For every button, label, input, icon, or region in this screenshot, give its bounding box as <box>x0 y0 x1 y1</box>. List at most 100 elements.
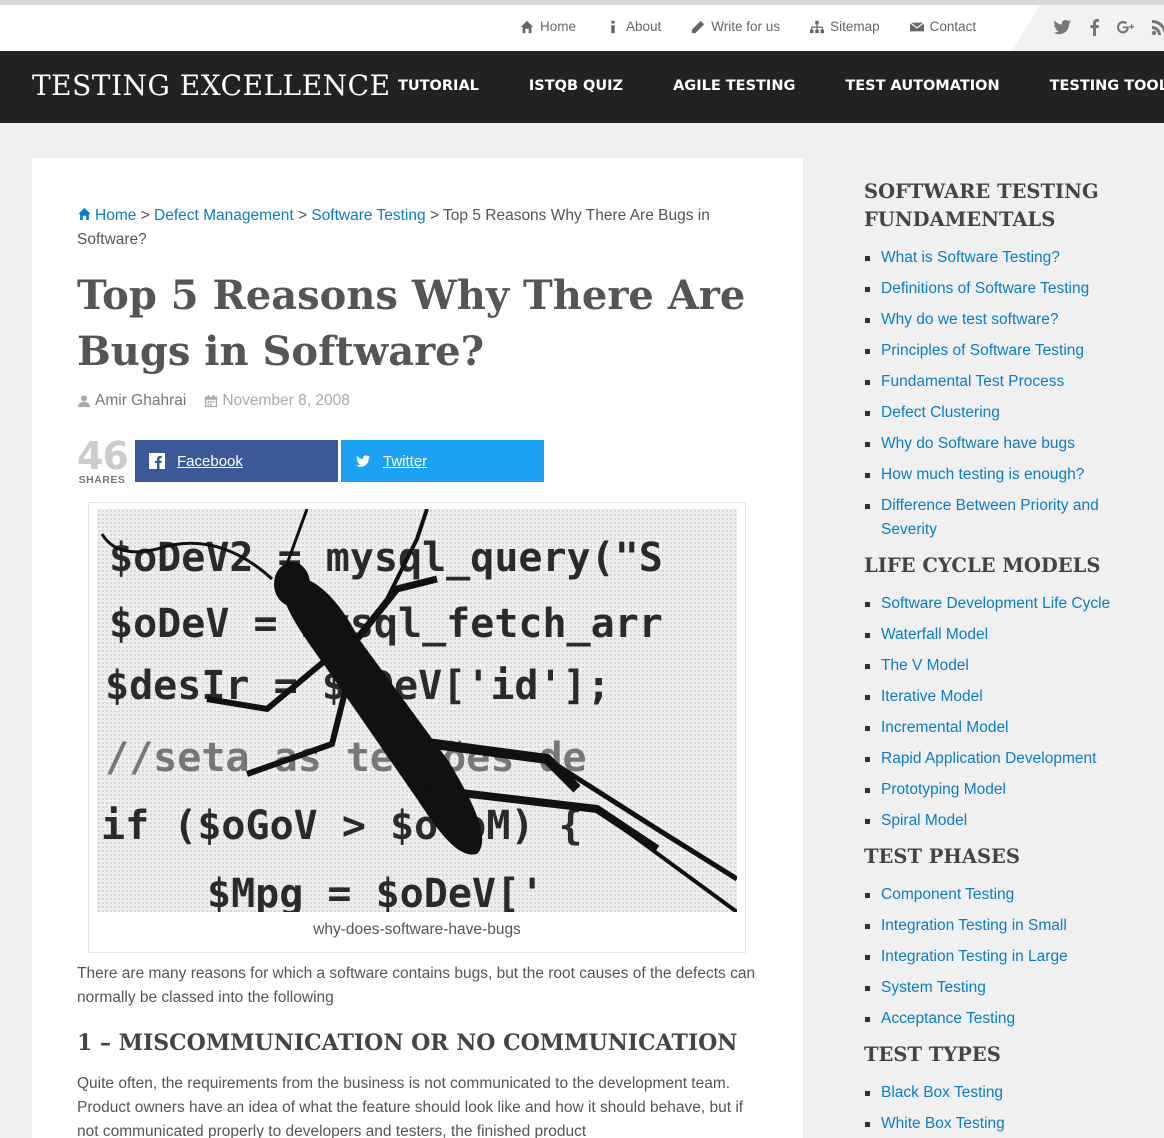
section-paragraph: Quite often, the requirements from the b… <box>77 1075 744 1138</box>
sidebar-link[interactable]: Component Testing <box>881 886 1014 903</box>
sidebar-link[interactable]: Black Box Testing <box>881 1084 1003 1101</box>
list-item: Software Development Life Cycle <box>864 592 1154 616</box>
sidebar-link[interactable]: Iterative Model <box>881 688 983 705</box>
sidebar-link[interactable]: Principles of Software Testing <box>881 342 1084 359</box>
section-heading: 1 – MISCOMMUNICATION OR NO COMMUNICATION <box>77 1030 738 1056</box>
sidebar-link[interactable]: Spiral Model <box>881 812 967 829</box>
list-item: Spiral Model <box>864 809 1154 833</box>
code-line: if ($oGoV > $oGoM) { <box>101 803 583 849</box>
list-item: Fundamental Test Process <box>864 370 1154 394</box>
sidebar-link[interactable]: Prototyping Model <box>881 781 1006 798</box>
nav-istqb-quiz[interactable]: ISTQB QUIZ <box>529 78 623 94</box>
breadcrumb-software-testing[interactable]: Software Testing <box>311 207 425 224</box>
sidebar-link[interactable]: Integration Testing in Large <box>881 948 1068 965</box>
intro-paragraph: There are many reasons for which a softw… <box>77 965 756 1006</box>
main-nav: TUTORIAL ISTQB QUIZ AGILE TESTING TEST A… <box>398 78 1164 94</box>
sidebar-link[interactable]: Defect Clustering <box>881 404 1000 421</box>
topnav-write-link[interactable]: Write for us <box>691 19 780 34</box>
sidebar-link[interactable]: Software Development Life Cycle <box>881 595 1110 612</box>
envelope-icon <box>909 20 924 34</box>
rss-icon[interactable] <box>1150 17 1164 37</box>
list-item: Definitions of Software Testing <box>864 277 1154 301</box>
list-item: Defect Clustering <box>864 401 1154 425</box>
list-item: White Box Testing <box>864 1112 1154 1136</box>
article-title: Top 5 Reasons Why There Are Bugs in Soft… <box>77 272 746 375</box>
post-date-text: November 8, 2008 <box>222 392 350 409</box>
topnav-write-label: Write for us <box>711 19 781 34</box>
home-icon <box>77 207 92 221</box>
list-item: How much testing is enough? <box>864 463 1154 487</box>
list-item: Component Testing <box>864 883 1154 907</box>
google-plus-icon[interactable] <box>1116 17 1136 37</box>
breadcrumb: Home > Defect Management > Software Test… <box>77 204 757 252</box>
home-icon <box>520 20 534 34</box>
sidebar-link[interactable]: Acceptance Testing <box>881 1010 1015 1027</box>
topnav-about-link[interactable]: About <box>606 19 661 34</box>
nav-testing-tools[interactable]: TESTING TOOLS <box>1050 78 1164 94</box>
sidebar-link[interactable]: System Testing <box>881 979 986 996</box>
article-card: Home > Defect Management > Software Test… <box>32 158 803 1138</box>
sidebar-link[interactable]: Definitions of Software Testing <box>881 280 1089 297</box>
post-date: November 8, 2008 <box>204 392 350 410</box>
widget-link-list: What is Software Testing? Definitions of… <box>864 246 1154 542</box>
site-logo[interactable]: TESTING EXCELLENCE <box>32 69 391 102</box>
share-count-number: 46 <box>77 434 129 478</box>
article-meta: Amir Ghahrai November 8, 2008 <box>77 392 350 410</box>
list-item: Integration Testing in Large <box>864 945 1154 969</box>
list-item: Why do we test software? <box>864 308 1154 332</box>
widget-test-types: TEST TYPES Black Box Testing White Box T… <box>864 1041 1154 1136</box>
author-name[interactable]: Amir Ghahrai <box>95 392 186 410</box>
widget-link-list: Software Development Life Cycle Waterfal… <box>864 592 1154 833</box>
sidebar-link[interactable]: Incremental Model <box>881 719 1009 736</box>
topnav-home-link[interactable]: Home <box>520 19 576 34</box>
top-nav: Home About Write for us Sitemap Contact <box>520 19 1006 34</box>
sidebar-link[interactable]: Why do we test software? <box>881 311 1058 328</box>
list-item: Black Box Testing <box>864 1081 1154 1105</box>
facebook-share-button[interactable]: Facebook <box>135 440 338 482</box>
sidebar-link[interactable]: Difference Between Priority and Severity <box>881 497 1099 538</box>
list-item: Principles of Software Testing <box>864 339 1154 363</box>
widget-title: LIFE CYCLE MODELS <box>864 554 1101 577</box>
nav-tutorial[interactable]: TUTORIAL <box>398 78 479 94</box>
sidebar-link[interactable]: White Box Testing <box>881 1115 1005 1132</box>
widget-link-list: Component Testing Integration Testing in… <box>864 883 1154 1031</box>
list-item: Why do Software have bugs <box>864 432 1154 456</box>
twitter-share-button[interactable]: Twitter <box>341 440 544 482</box>
sidebar-link[interactable]: Integration Testing in Small <box>881 917 1067 934</box>
list-item: What is Software Testing? <box>864 246 1154 270</box>
topnav-about-label: About <box>626 19 662 34</box>
sidebar-link[interactable]: How much testing is enough? <box>881 466 1084 483</box>
sidebar-link[interactable]: Waterfall Model <box>881 626 988 643</box>
list-item: Prototyping Model <box>864 778 1154 802</box>
sidebar-link[interactable]: Rapid Application Development <box>881 750 1096 767</box>
list-item: Acceptance Testing <box>864 1007 1154 1031</box>
list-item: Incremental Model <box>864 716 1154 740</box>
topnav-home-label: Home <box>540 19 577 34</box>
sidebar-link[interactable]: Fundamental Test Process <box>881 373 1064 390</box>
breadcrumb-home-label: Home <box>95 207 137 224</box>
twitter-share-label: Twitter <box>383 452 428 470</box>
breadcrumb-separator: > <box>140 207 150 224</box>
sidebar-link[interactable]: What is Software Testing? <box>881 249 1060 266</box>
breadcrumb-home-link[interactable]: Home <box>77 207 136 224</box>
widget-link-list: Black Box Testing White Box Testing <box>864 1081 1154 1136</box>
sitemap-icon <box>810 20 825 34</box>
nav-agile-testing[interactable]: AGILE TESTING <box>673 78 795 94</box>
widget-test-phases: TEST PHASES Component Testing Integratio… <box>864 843 1154 1031</box>
sidebar: SOFTWARE TESTING FUNDAMENTALS What is So… <box>864 178 1154 1138</box>
topnav-sitemap-link[interactable]: Sitemap <box>810 19 880 34</box>
facebook-icon[interactable] <box>1085 17 1105 37</box>
breadcrumb-defect-management[interactable]: Defect Management <box>154 207 294 224</box>
list-item: The V Model <box>864 654 1154 678</box>
breadcrumb-separator: > <box>429 207 439 224</box>
breadcrumb-separator: > <box>297 207 307 224</box>
facebook-icon <box>149 453 165 469</box>
topnav-contact-link[interactable]: Contact <box>909 19 976 34</box>
sidebar-link[interactable]: The V Model <box>881 657 969 674</box>
nav-test-automation[interactable]: TEST AUTOMATION <box>845 78 999 94</box>
list-item: Waterfall Model <box>864 623 1154 647</box>
code-line: $Mpg = $oDeV[' <box>207 871 544 912</box>
twitter-icon[interactable] <box>1052 17 1072 37</box>
image-caption: why-does-software-have-bugs <box>313 921 521 938</box>
sidebar-link[interactable]: Why do Software have bugs <box>881 435 1075 452</box>
